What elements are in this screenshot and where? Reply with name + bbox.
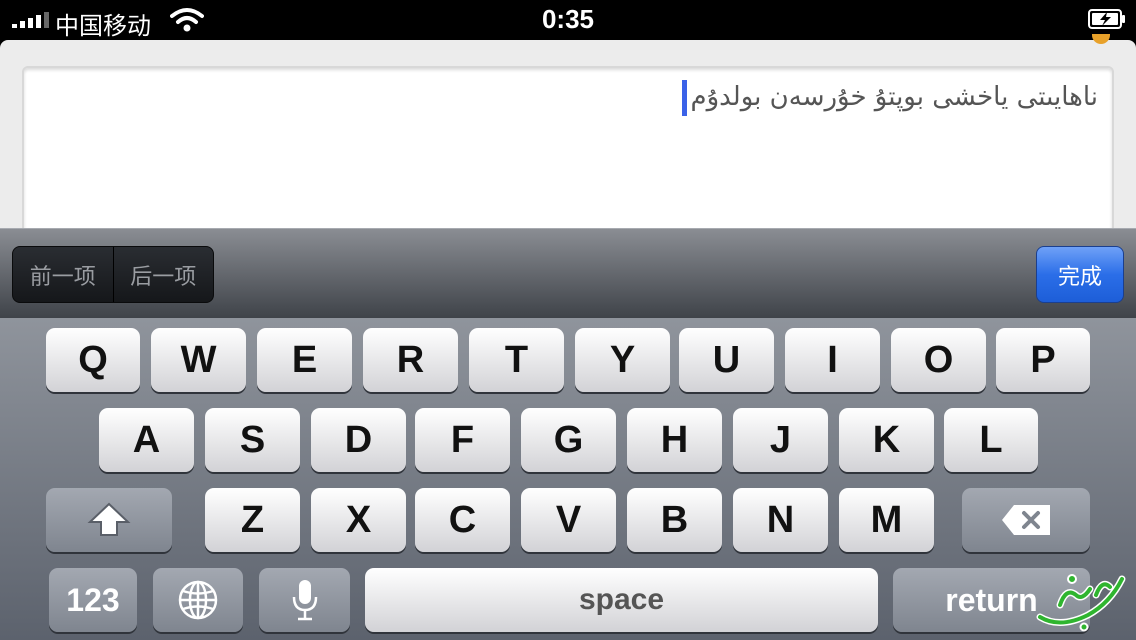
status-time: 0:35 [541, 4, 595, 34]
space-key[interactable]: space [365, 568, 878, 632]
key-v[interactable]: V [521, 488, 616, 552]
shift-key[interactable] [46, 488, 172, 552]
key-u[interactable]: U [679, 328, 774, 392]
status-bar: 中国移动 0:35 [0, 0, 1136, 40]
watermark-logo [1036, 574, 1126, 632]
key-d[interactable]: D [311, 408, 406, 472]
key-c[interactable]: C [415, 488, 510, 552]
badge-icon [1092, 34, 1110, 44]
text-cursor [682, 80, 687, 116]
key-e[interactable]: E [257, 328, 352, 392]
text-input[interactable]: ناھايىتى ياخشى بوپتۇ خۇرسەن بولدۇم [22, 66, 1114, 236]
globe-key[interactable] [153, 568, 243, 632]
dictation-key[interactable] [259, 568, 350, 632]
microphone-icon [292, 580, 317, 621]
key-t[interactable]: T [469, 328, 564, 392]
shift-arrow-icon [87, 502, 131, 536]
key-b[interactable]: B [627, 488, 722, 552]
key-k[interactable]: K [839, 408, 934, 472]
key-o[interactable]: O [891, 328, 986, 392]
key-m[interactable]: M [839, 488, 934, 552]
globe-icon [178, 580, 218, 620]
key-y[interactable]: Y [575, 328, 670, 392]
backspace-icon [1002, 505, 1050, 535]
done-button[interactable]: 完成 [1036, 246, 1124, 303]
key-w[interactable]: W [151, 328, 246, 392]
battery-charging-icon [1088, 9, 1125, 29]
key-g[interactable]: G [521, 408, 616, 472]
key-a[interactable]: A [99, 408, 194, 472]
key-r[interactable]: R [363, 328, 458, 392]
key-j[interactable]: J [733, 408, 828, 472]
text-input-value: ناھايىتى ياخشى بوپتۇ خۇرسەن بولدۇم [690, 82, 1099, 112]
delete-key[interactable] [962, 488, 1090, 552]
keyboard-accessory-toolbar: 前一项 后一项 完成 [0, 228, 1136, 318]
key-z[interactable]: Z [205, 488, 300, 552]
prev-next-control: 前一项 后一项 [12, 246, 214, 303]
key-s[interactable]: S [205, 408, 300, 472]
key-h[interactable]: H [627, 408, 722, 472]
key-q[interactable]: Q [46, 328, 140, 392]
keyboard: Q W E R T Y U I O P A S D F G H J K L Z … [0, 318, 1136, 640]
key-p[interactable]: P [996, 328, 1090, 392]
key-i[interactable]: I [785, 328, 880, 392]
content-page: ناھايىتى ياخشى بوپتۇ خۇرسەن بولدۇم [0, 34, 1136, 236]
numbers-key[interactable]: 123 [49, 568, 137, 632]
next-button[interactable]: 后一项 [112, 247, 214, 302]
key-n[interactable]: N [733, 488, 828, 552]
key-x[interactable]: X [311, 488, 406, 552]
previous-button[interactable]: 前一项 [13, 247, 113, 302]
key-l[interactable]: L [944, 408, 1038, 472]
key-f[interactable]: F [415, 408, 510, 472]
